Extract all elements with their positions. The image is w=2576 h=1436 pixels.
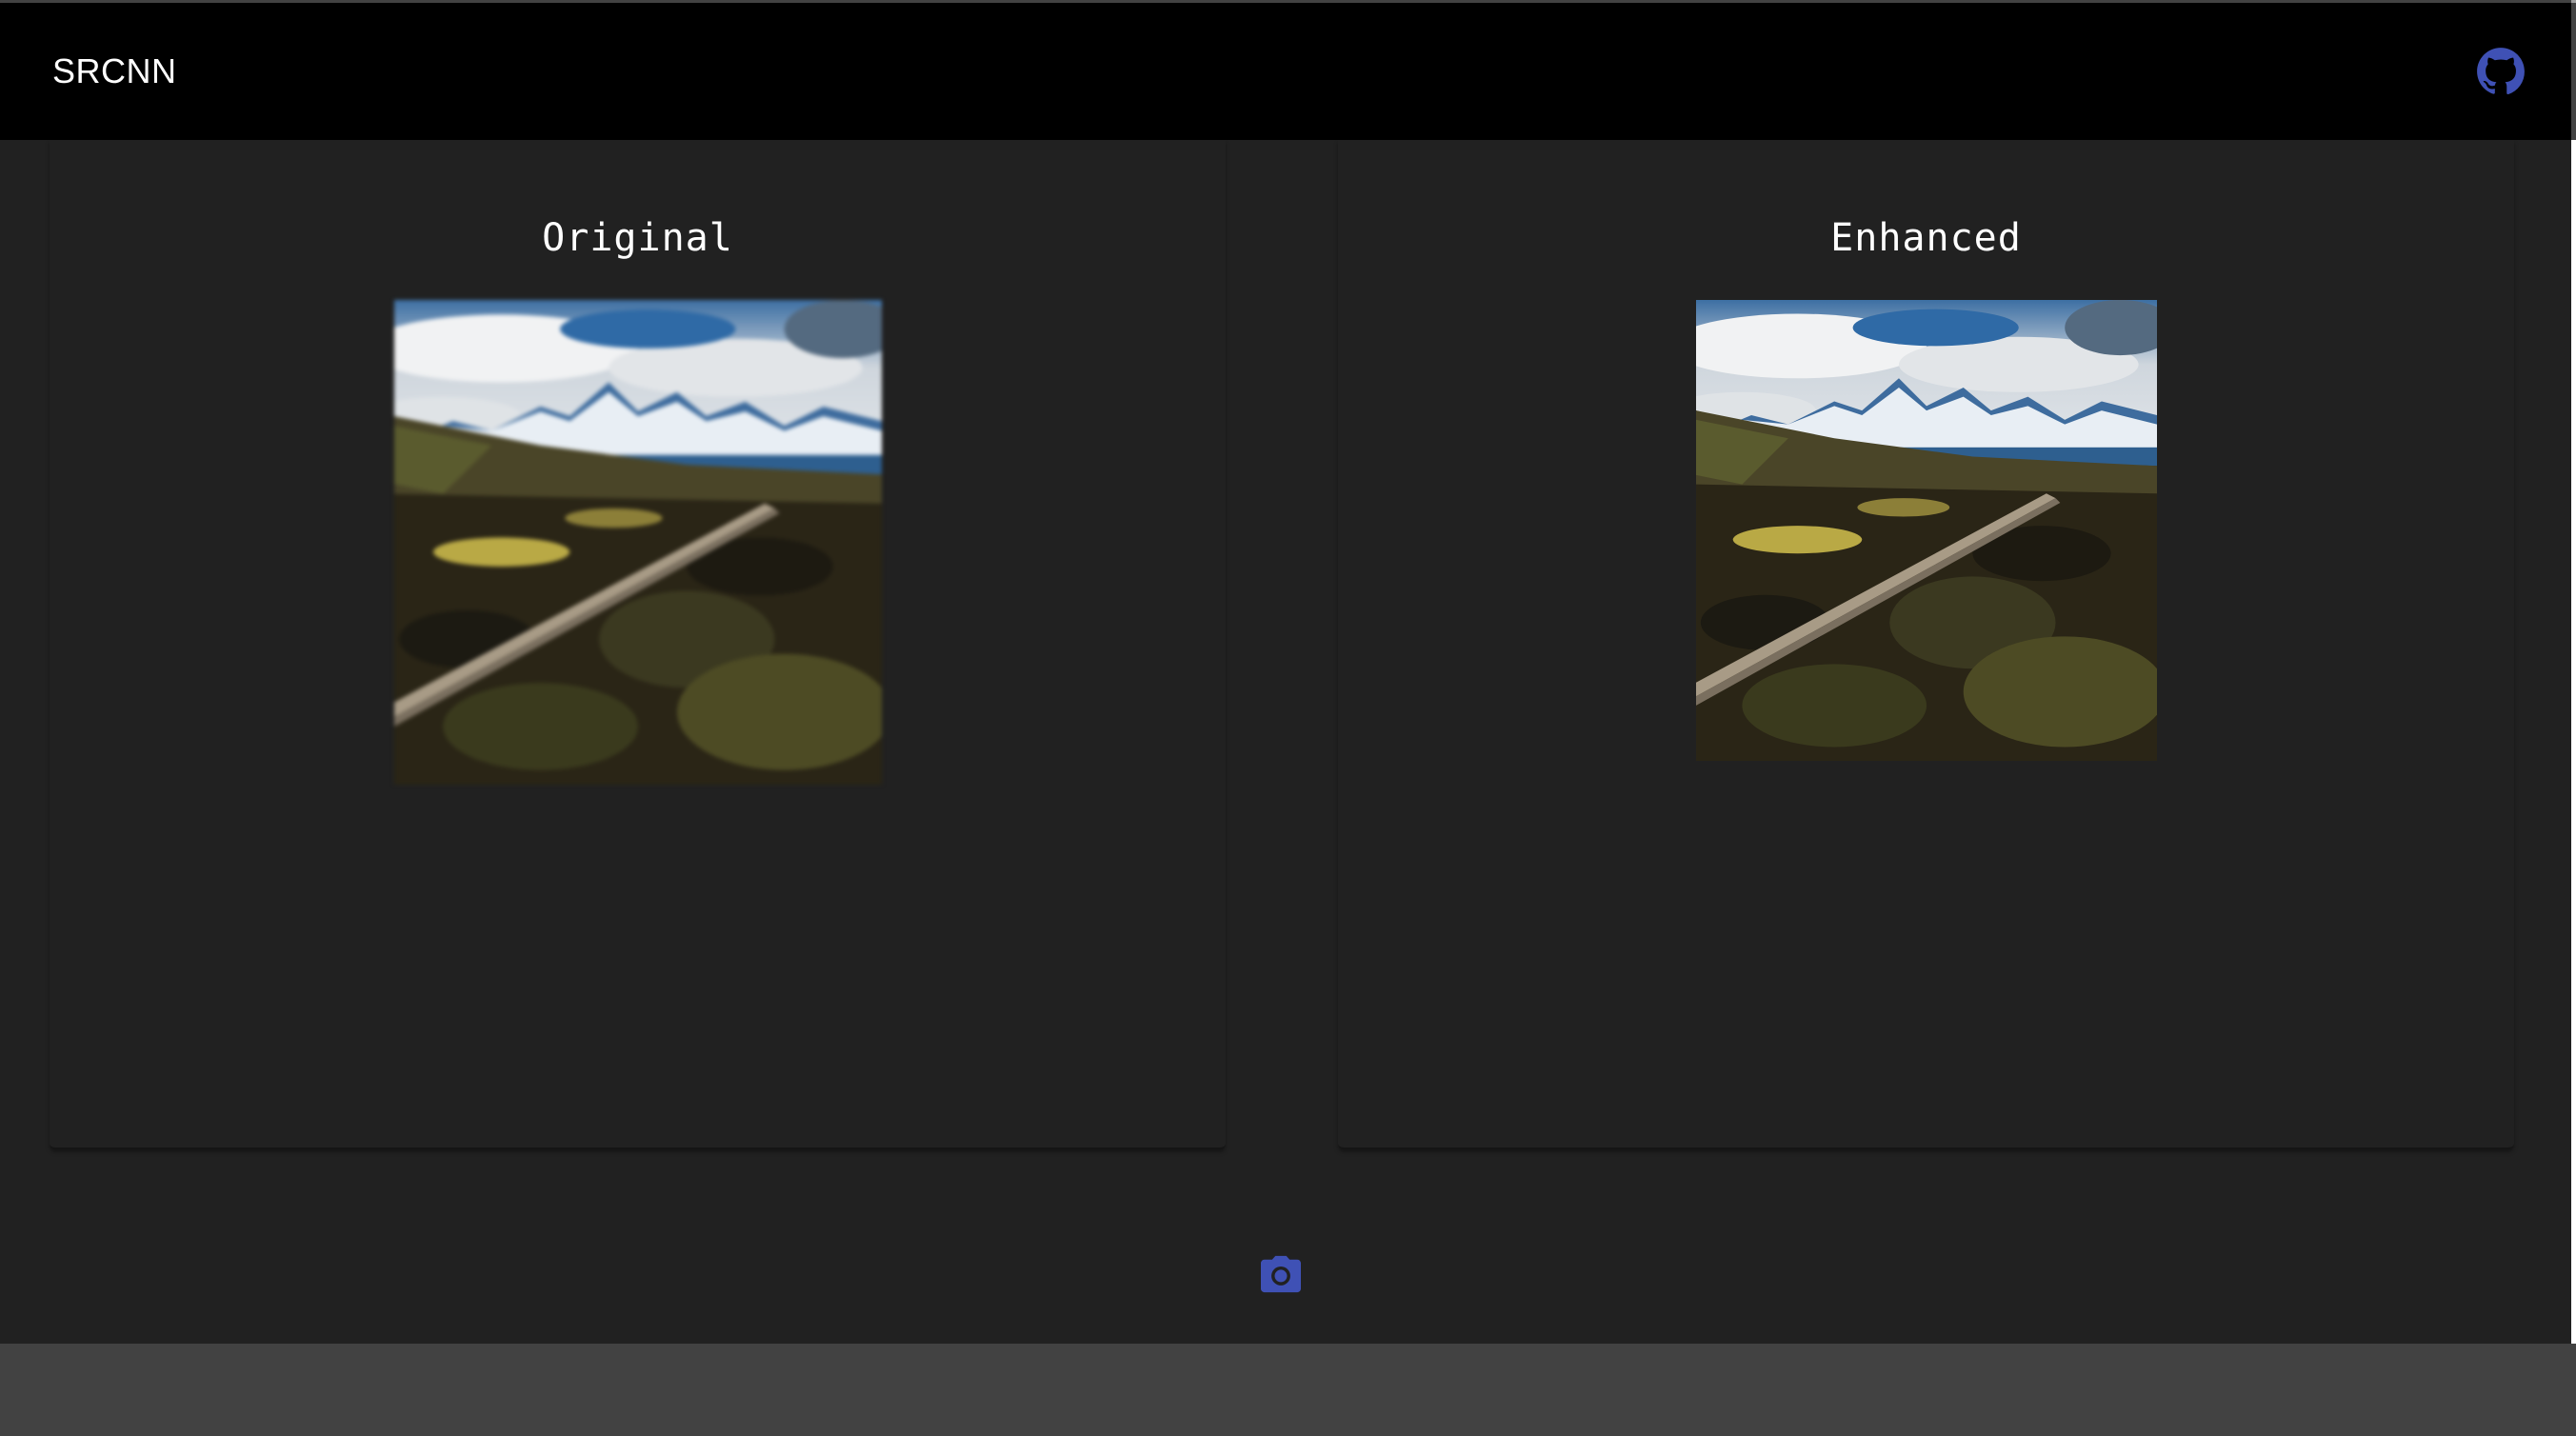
app-bar: SRCNN — [0, 3, 2571, 140]
original-panel: Original — [50, 140, 1226, 1149]
original-title: Original — [542, 216, 733, 260]
original-image — [394, 300, 882, 785]
enhanced-panel: Enhanced — [1338, 140, 2514, 1149]
camera-icon[interactable] — [1259, 1254, 1303, 1294]
window-edge — [2571, 140, 2576, 1344]
main-content: Original Enhanced — [0, 140, 2571, 1344]
app-title: SRCNN — [52, 51, 177, 90]
enhanced-image — [1696, 300, 2157, 761]
app-window: SRCNN Original Enhanced — [0, 0, 2571, 1436]
enhanced-title: Enhanced — [1830, 216, 2022, 260]
github-icon[interactable] — [2476, 47, 2526, 96]
